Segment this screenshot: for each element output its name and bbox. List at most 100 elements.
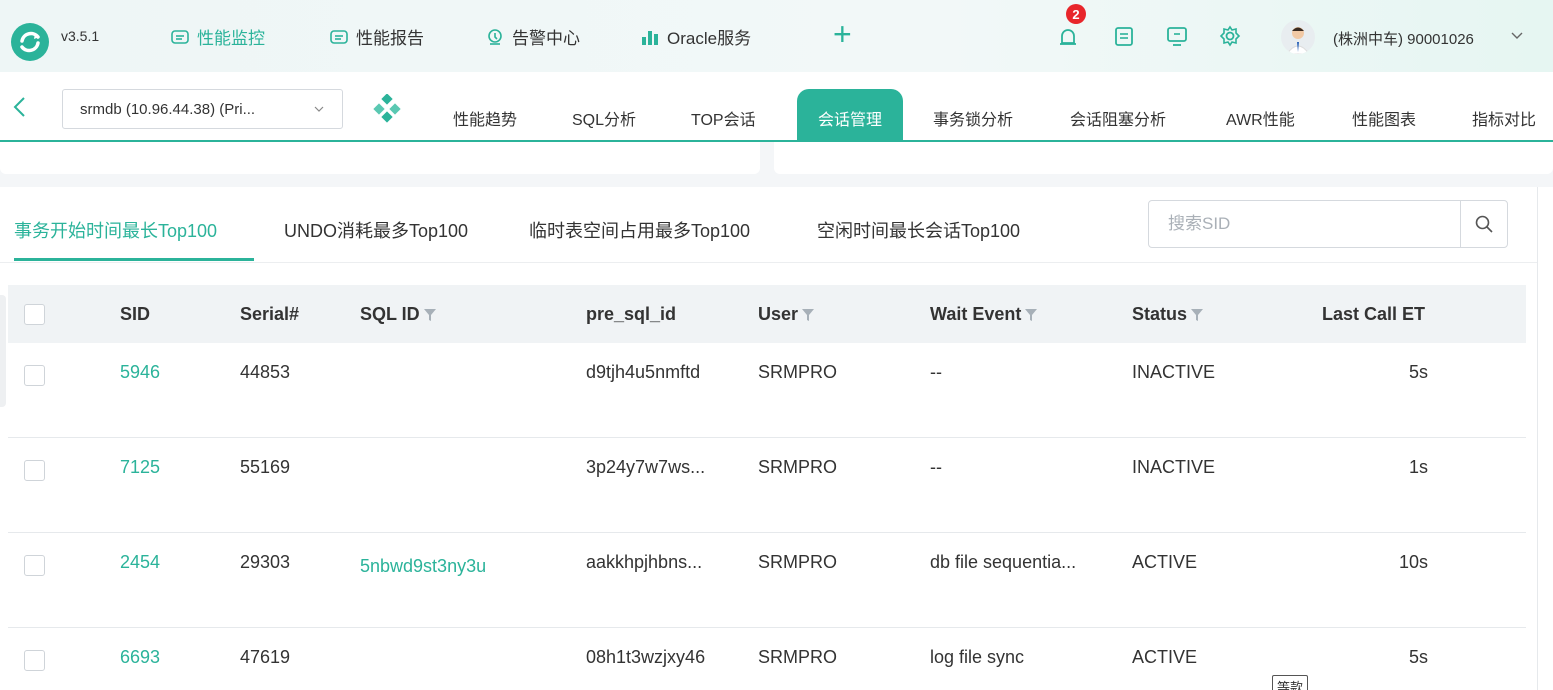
table-row[interactable]: 5946 44853 d9tjh4u5nmftd SRMPRO -- INACT… bbox=[8, 343, 1526, 438]
row-checkbox[interactable] bbox=[24, 365, 45, 386]
status-cell: INACTIVE bbox=[1132, 457, 1216, 477]
column-sid[interactable]: SID bbox=[120, 304, 150, 325]
serial-cell: 47619 bbox=[240, 647, 291, 667]
column-label: Serial# bbox=[240, 304, 300, 324]
row-checkbox[interactable] bbox=[24, 555, 45, 576]
last-call-et-cell: 1s bbox=[1408, 457, 1428, 477]
database-select-value: srmdb (10.96.44.38) (Pri... bbox=[80, 101, 256, 118]
table-row[interactable]: 7125 55169 3p24y7w7ws... SRMPRO -- INACT… bbox=[8, 438, 1526, 533]
monitor-icon bbox=[170, 27, 190, 47]
nav-performance-monitor[interactable]: 性能监控 bbox=[170, 24, 265, 49]
top-bar: v3.5.1 性能监控 性能报告 告警中心 Oracle服务 + 2 (株洲中车… bbox=[0, 0, 1553, 72]
search-input[interactable] bbox=[1149, 201, 1461, 247]
sid-link[interactable]: 2454 bbox=[120, 552, 160, 573]
tab-awr-performance[interactable]: AWR性能 bbox=[1226, 106, 1295, 130]
tab-idle-sessions[interactable]: 空闲时间最长会话Top100 bbox=[817, 217, 1020, 243]
table-row[interactable]: 2454 29303 5nbwd9st3ny3u aakkhpjhbns... … bbox=[8, 533, 1526, 628]
pre-sql-id-cell: 3p24y7w7ws... bbox=[586, 457, 706, 477]
nav-performance-report[interactable]: 性能报告 bbox=[329, 24, 424, 49]
nav-label: 性能报告 bbox=[356, 29, 424, 48]
column-serial[interactable]: Serial# bbox=[240, 304, 299, 325]
active-tab-indicator bbox=[14, 258, 254, 261]
tab-temp-space[interactable]: 临时表空间占用最多Top100 bbox=[529, 217, 750, 243]
column-last-call-et[interactable]: Last Call ET bbox=[1322, 304, 1425, 325]
filter-icon[interactable] bbox=[423, 308, 436, 322]
nav-label: 性能监控 bbox=[197, 29, 265, 48]
filter-icon[interactable] bbox=[1191, 308, 1204, 322]
column-sql-id[interactable]: SQL ID bbox=[360, 304, 436, 325]
pre-sql-id-cell: aakkhpjhbns... bbox=[586, 552, 703, 572]
sid-link[interactable]: 7125 bbox=[120, 457, 160, 478]
column-label: SID bbox=[120, 304, 151, 324]
last-call-et-cell: 5s bbox=[1408, 647, 1428, 667]
nav-label: Oracle服务 bbox=[667, 29, 752, 48]
notification-badge: 2 bbox=[1066, 4, 1086, 24]
nav-alarm-center[interactable]: 告警中心 bbox=[485, 24, 580, 49]
module-tab-bar: srmdb (10.96.44.38) (Pri... 性能趋势 SQL分析 T… bbox=[0, 72, 1553, 142]
filter-icon[interactable] bbox=[802, 308, 815, 322]
app-logo-icon[interactable] bbox=[8, 20, 52, 64]
tab-longest-transaction[interactable]: 事务开始时间最长Top100 bbox=[14, 217, 217, 243]
user-cell: SRMPRO bbox=[758, 457, 838, 477]
tab-performance-trend[interactable]: 性能趋势 bbox=[453, 106, 517, 130]
column-label: SQL ID bbox=[360, 304, 420, 324]
tab-metric-compare[interactable]: 指标对比 bbox=[1472, 106, 1536, 130]
tab-performance-chart[interactable]: 性能图表 bbox=[1352, 106, 1416, 130]
chevron-down-icon[interactable] bbox=[1511, 27, 1523, 43]
wait-event-cell: log file sync bbox=[930, 647, 1025, 667]
version-label: v3.5.1 bbox=[61, 28, 100, 44]
column-pre-sql-id[interactable]: pre_sql_id bbox=[586, 304, 676, 325]
serial-cell: 29303 bbox=[240, 552, 291, 572]
column-user[interactable]: User bbox=[758, 304, 815, 325]
clipboard-icon[interactable] bbox=[1112, 24, 1136, 48]
column-wait-event[interactable]: Wait Event bbox=[930, 304, 1038, 325]
tab-sql-analysis[interactable]: SQL分析 bbox=[572, 106, 636, 130]
avatar[interactable] bbox=[1281, 20, 1315, 54]
serial-cell: 44853 bbox=[240, 362, 291, 382]
wait-event-cell: db file sequentia... bbox=[930, 552, 1077, 572]
database-select[interactable]: srmdb (10.96.44.38) (Pri... bbox=[62, 89, 343, 129]
bell-icon[interactable] bbox=[1056, 24, 1080, 48]
right-panel bbox=[774, 142, 1553, 174]
chevron-down-icon bbox=[314, 101, 324, 115]
session-card: 事务开始时间最长Top100 UNDO消耗最多Top100 临时表空间占用最多T… bbox=[0, 187, 1553, 690]
row-checkbox[interactable] bbox=[24, 650, 45, 671]
row-checkbox[interactable] bbox=[24, 460, 45, 481]
sid-link[interactable]: 5946 bbox=[120, 362, 160, 383]
tabs-divider bbox=[0, 262, 1553, 263]
search-icon bbox=[1475, 215, 1493, 233]
tab-top-sessions[interactable]: TOP会话 bbox=[691, 106, 756, 130]
column-label: pre_sql_id bbox=[586, 304, 677, 324]
left-panel bbox=[0, 142, 760, 174]
sql-id-link[interactable]: 5nbwd9st3ny3u bbox=[360, 556, 486, 577]
collapsed-side-handle[interactable] bbox=[0, 295, 6, 407]
status-cell: INACTIVE bbox=[1132, 362, 1216, 382]
nav-oracle-service[interactable]: Oracle服务 bbox=[640, 24, 751, 49]
tab-transaction-lock[interactable]: 事务锁分析 bbox=[933, 106, 1013, 130]
filter-icon[interactable] bbox=[1025, 308, 1038, 322]
username-label[interactable]: (株洲中车) 90001026 bbox=[1333, 28, 1474, 49]
column-status[interactable]: Status bbox=[1132, 304, 1204, 325]
sid-link[interactable]: 6693 bbox=[120, 647, 160, 668]
column-label: User bbox=[758, 304, 799, 324]
scrollbar[interactable] bbox=[1537, 187, 1553, 690]
select-all-checkbox[interactable] bbox=[24, 304, 45, 325]
grid-diamond-icon[interactable] bbox=[372, 94, 402, 124]
serial-cell: 55169 bbox=[240, 457, 291, 477]
bar-chart-icon bbox=[640, 27, 660, 47]
last-call-et-cell: 5s bbox=[1408, 362, 1428, 382]
add-icon[interactable]: + bbox=[833, 18, 852, 50]
wait-event-cell: -- bbox=[930, 457, 942, 477]
user-cell: SRMPRO bbox=[758, 552, 838, 572]
back-chevron-icon[interactable] bbox=[12, 96, 26, 125]
screen-icon[interactable] bbox=[1165, 24, 1189, 48]
gear-icon[interactable] bbox=[1218, 24, 1242, 48]
status-cell: ACTIVE bbox=[1132, 552, 1198, 572]
pre-sql-id-cell: d9tjh4u5nmftd bbox=[586, 362, 701, 382]
user-cell: SRMPRO bbox=[758, 647, 838, 667]
tab-session-blocking[interactable]: 会话阻塞分析 bbox=[1070, 106, 1166, 130]
tab-session-management[interactable]: 会话管理 bbox=[797, 89, 903, 140]
search-button[interactable] bbox=[1460, 201, 1507, 247]
column-label: Last Call ET bbox=[1322, 304, 1426, 324]
tab-undo-usage[interactable]: UNDO消耗最多Top100 bbox=[284, 217, 468, 243]
